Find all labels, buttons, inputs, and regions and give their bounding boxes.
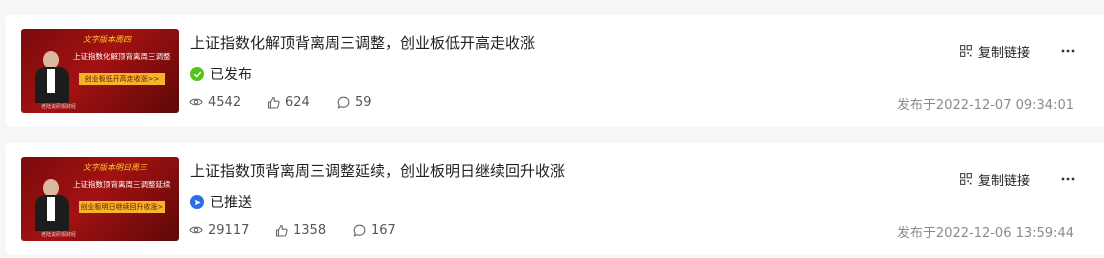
article-title[interactable]: 上证指数顶背离周三调整延续，创业板明日继续回升收涨 bbox=[190, 160, 565, 181]
comments-count: 59 bbox=[355, 94, 372, 110]
send-circle-icon bbox=[190, 195, 204, 209]
more-options-button[interactable] bbox=[1058, 42, 1078, 60]
eye-icon bbox=[189, 226, 203, 234]
comments-stat: 59 bbox=[337, 95, 372, 110]
comments-count: 167 bbox=[371, 222, 396, 238]
article-thumbnail[interactable]: 文字版本周四 上证指数化解顶背离周三调整 创业板低开高走收涨>> 老陆说研报财经 bbox=[21, 29, 179, 113]
qrcode-icon bbox=[960, 45, 972, 57]
eye-icon bbox=[189, 98, 203, 106]
copy-link-button[interactable]: 复制链接 bbox=[960, 170, 1031, 189]
qrcode-icon bbox=[960, 173, 972, 185]
thumbnail-top-text: 文字版本周四 bbox=[83, 35, 131, 44]
check-circle-icon bbox=[190, 67, 204, 81]
copy-link-label: 复制链接 bbox=[978, 45, 1031, 61]
thumbnail-tag-text: 创业板明日继续回升收涨> bbox=[79, 201, 165, 213]
copy-link-button[interactable]: 复制链接 bbox=[960, 42, 1031, 61]
more-options-button[interactable] bbox=[1058, 170, 1078, 188]
comment-icon bbox=[337, 96, 350, 109]
views-stat: 4542 bbox=[189, 95, 267, 110]
thumbnail-main-text: 上证指数化解顶背离周三调整 bbox=[73, 52, 171, 61]
thumbnail-foot-text: 老陆说研报财经 bbox=[41, 104, 77, 110]
status-text: 已推送 bbox=[210, 195, 252, 211]
comments-stat: 167 bbox=[353, 223, 396, 238]
article-stats: 29117 1358 167 bbox=[189, 222, 396, 238]
likes-count: 624 bbox=[285, 94, 310, 110]
article-thumbnail[interactable]: 文字版本明日周三 上证指数顶背离周三调整延续 创业板明日继续回升收涨> 老陆说研… bbox=[21, 157, 179, 241]
more-dots-icon bbox=[1061, 177, 1075, 181]
article-card: 文字版本周四 上证指数化解顶背离周三调整 创业板低开高走收涨>> 老陆说研报财经… bbox=[6, 15, 1104, 127]
more-dots-icon bbox=[1061, 49, 1075, 53]
publish-time: 发布于2022-12-07 09:34:01 bbox=[896, 98, 1074, 113]
thumbnail-tag-text: 创业板低开高走收涨>> bbox=[79, 73, 165, 85]
likes-count: 1358 bbox=[293, 222, 327, 238]
thumbs-up-icon bbox=[267, 96, 280, 109]
views-count: 29117 bbox=[208, 222, 250, 238]
copy-link-label: 复制链接 bbox=[978, 173, 1031, 189]
thumbnail-foot-text: 老陆说研报财经 bbox=[41, 232, 77, 238]
thumbnail-top-text: 文字版本明日周三 bbox=[83, 163, 147, 172]
thumbnail-person bbox=[31, 51, 71, 103]
views-stat: 29117 bbox=[189, 223, 275, 238]
thumbs-up-icon bbox=[275, 224, 288, 237]
article-stats: 4542 624 59 bbox=[189, 94, 372, 110]
status-text: 已发布 bbox=[210, 67, 252, 83]
views-count: 4542 bbox=[208, 94, 242, 110]
publish-time: 发布于2022-12-06 13:59:44 bbox=[896, 226, 1074, 241]
thumbnail-person bbox=[31, 179, 71, 231]
status-badge: 已推送 bbox=[190, 193, 252, 211]
article-title[interactable]: 上证指数化解顶背离周三调整，创业板低开高走收涨 bbox=[190, 32, 535, 53]
likes-stat: 1358 bbox=[275, 223, 353, 238]
status-badge: 已发布 bbox=[190, 65, 252, 83]
article-card: 文字版本明日周三 上证指数顶背离周三调整延续 创业板明日继续回升收涨> 老陆说研… bbox=[6, 143, 1104, 255]
likes-stat: 624 bbox=[267, 95, 337, 110]
comment-icon bbox=[353, 224, 366, 237]
thumbnail-main-text: 上证指数顶背离周三调整延续 bbox=[73, 180, 171, 189]
